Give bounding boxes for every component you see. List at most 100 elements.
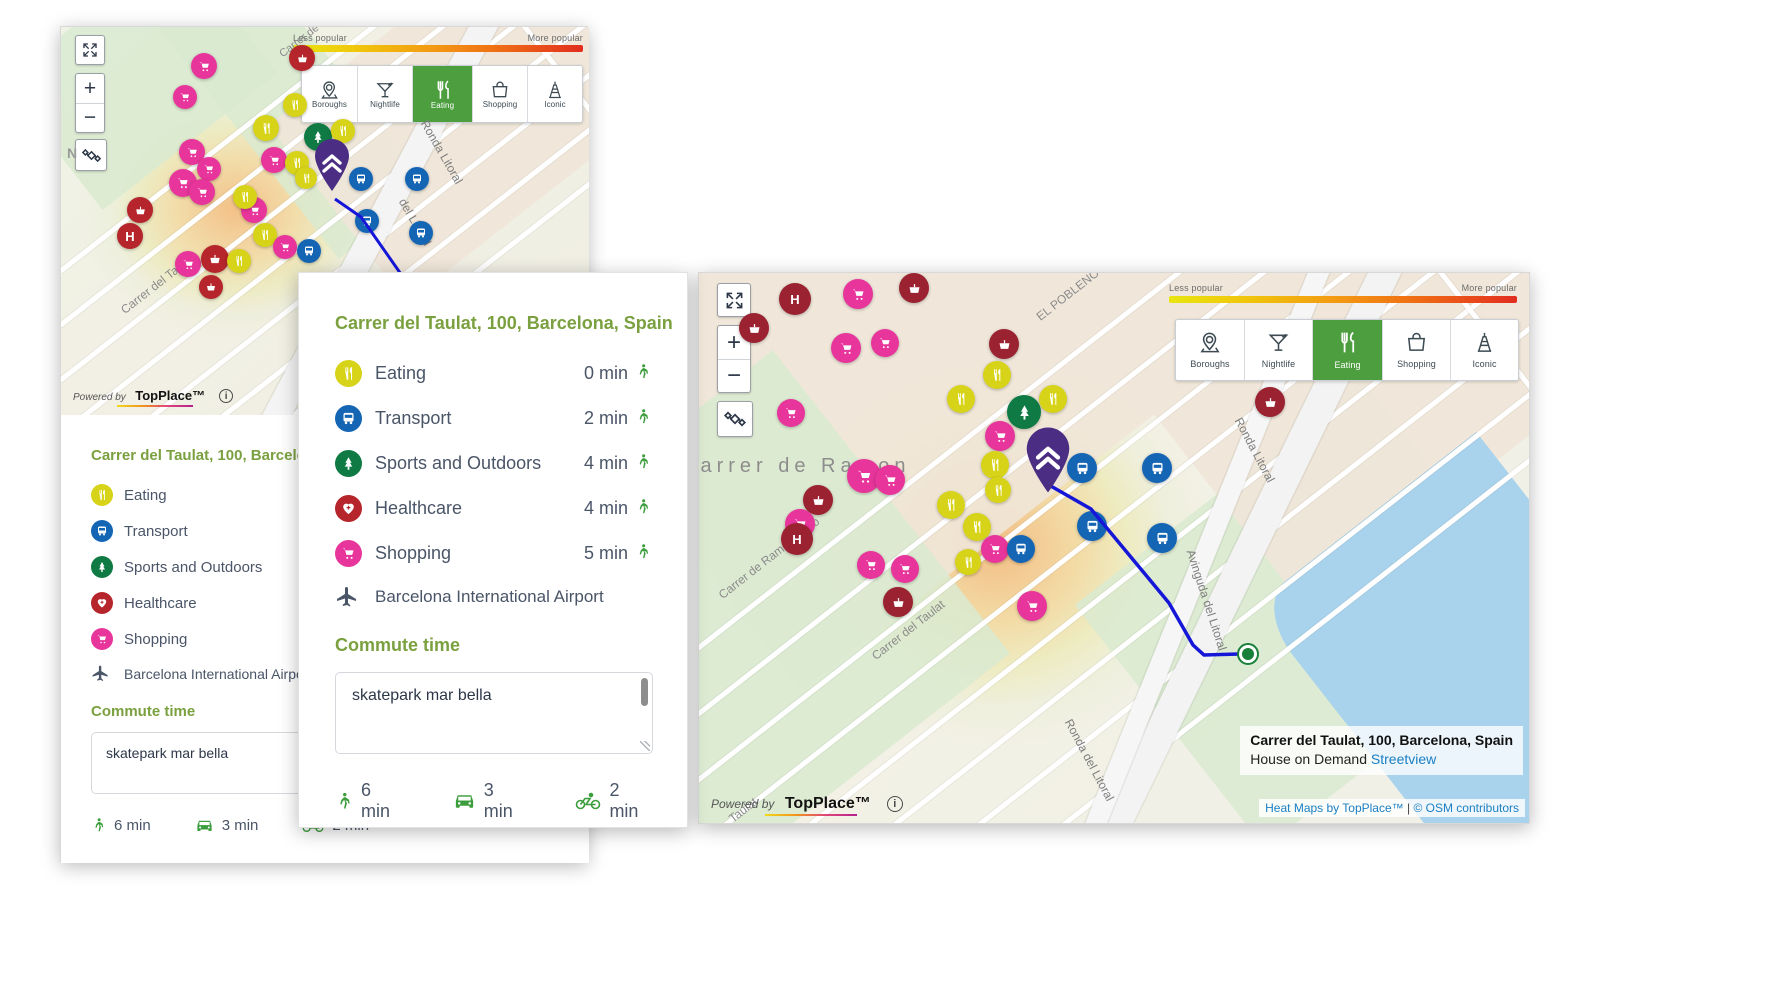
poi-shopping[interactable]	[875, 465, 905, 495]
info-icon[interactable]: i	[887, 796, 903, 812]
left-powered-by: Powered by TopPlace™ i	[73, 387, 233, 405]
zoom-out-button[interactable]: −	[76, 103, 104, 132]
resize-grip-icon[interactable]	[640, 741, 650, 751]
poi-shopping[interactable]	[1017, 591, 1047, 621]
screenshot-root: Less popular More popular Boroughs	[0, 0, 1766, 1004]
airplane-icon	[91, 664, 113, 683]
cocktail-icon	[375, 80, 395, 100]
poi-shopping[interactable]	[891, 555, 919, 583]
right-layers-button[interactable]	[717, 401, 753, 437]
poi-eating[interactable]	[947, 385, 975, 413]
poi-shopping[interactable]	[273, 235, 297, 259]
poi-healthcare[interactable]	[201, 245, 229, 273]
poi-shopping[interactable]	[173, 85, 197, 109]
category-button-boroughs[interactable]: Boroughs	[302, 66, 357, 122]
poi-transport[interactable]	[1142, 453, 1172, 483]
category-button-iconic[interactable]: Iconic	[1450, 320, 1518, 380]
detail-commute-heading: Commute time	[335, 635, 651, 656]
poi-healthcare[interactable]: H	[779, 283, 811, 315]
poi-eating[interactable]	[983, 361, 1011, 389]
left-fullscreen-button[interactable]	[75, 35, 105, 65]
category-button-iconic[interactable]: Iconic	[527, 66, 582, 122]
poi-sports[interactable]	[1007, 395, 1041, 429]
commute-mode-car: 3 min	[195, 817, 259, 834]
right-map-window[interactable]: Less popular More popular Boroughs	[698, 272, 1530, 824]
zoom-out-button[interactable]: −	[718, 359, 750, 392]
walking-icon	[335, 790, 353, 812]
category-button-eating[interactable]: Eating	[1312, 320, 1382, 380]
detail-amenity-label-transport: Transport	[375, 408, 451, 429]
poi-shopping[interactable]	[985, 421, 1015, 451]
detail-amenity-time-shopping: 5 min	[584, 543, 628, 564]
poi-shopping[interactable]	[831, 333, 861, 363]
poi-transport[interactable]	[297, 239, 321, 263]
poi-transport[interactable]	[409, 221, 433, 245]
selected-location-pin[interactable]	[311, 137, 353, 198]
walking-icon	[91, 816, 106, 834]
poi-transport[interactable]	[1077, 511, 1107, 541]
category-button-shopping[interactable]: Shopping	[1382, 320, 1450, 380]
poi-healthcare[interactable]	[739, 313, 769, 343]
category-button-nightlife[interactable]: Nightlife	[1244, 320, 1312, 380]
poi-shopping[interactable]	[857, 551, 885, 579]
poi-eating[interactable]	[283, 93, 307, 117]
poi-eating[interactable]	[233, 185, 257, 209]
right-category-bar[interactable]: Boroughs Nightlife	[1175, 319, 1519, 381]
right-fullscreen-button[interactable]	[717, 283, 751, 317]
poi-shopping[interactable]	[777, 399, 805, 427]
poi-healthcare[interactable]	[127, 197, 153, 223]
poi-transport[interactable]	[355, 209, 379, 233]
poi-eating[interactable]	[1039, 385, 1067, 413]
detail-amenity-time-eating: 0 min	[584, 363, 628, 384]
textarea-scrollbar[interactable]	[641, 678, 648, 706]
eiffel-tower-icon	[1473, 331, 1496, 354]
right-map[interactable]: Less popular More popular Boroughs	[699, 273, 1529, 823]
poi-shopping[interactable]	[191, 53, 217, 79]
zoom-in-button[interactable]: +	[76, 74, 104, 103]
poi-shopping[interactable]	[175, 251, 201, 277]
left-layers-button[interactable]	[75, 139, 107, 171]
poi-eating[interactable]	[937, 491, 965, 519]
destination-marker[interactable]	[1237, 643, 1259, 665]
poi-healthcare[interactable]: H	[117, 223, 143, 249]
poi-transport[interactable]	[1007, 535, 1035, 563]
poi-shopping[interactable]	[981, 535, 1009, 563]
car-icon	[453, 792, 476, 810]
category-button-eating[interactable]: Eating	[412, 66, 472, 122]
attribution-osm-link[interactable]: © OSM contributors	[1413, 801, 1519, 815]
details-address: Carrer del Taulat, 100, Barcelona, Spain	[335, 313, 651, 334]
poi-healthcare[interactable]	[289, 45, 315, 71]
poi-shopping[interactable]	[871, 329, 899, 357]
detail-commute-input[interactable]: skatepark mar bella	[335, 672, 653, 754]
poi-eating[interactable]	[253, 115, 279, 141]
poi-healthcare[interactable]	[1255, 387, 1285, 417]
category-button-shopping[interactable]: Shopping	[472, 66, 527, 122]
poi-eating[interactable]	[985, 477, 1011, 503]
cutlery-icon	[1335, 330, 1360, 355]
poi-healthcare[interactable]	[899, 273, 929, 303]
attribution-heatmaps-link[interactable]: Heat Maps by TopPlace™	[1265, 801, 1404, 815]
poi-shopping[interactable]	[189, 179, 215, 205]
poi-healthcare[interactable]: H	[781, 523, 813, 555]
poi-eating[interactable]	[955, 549, 981, 575]
poi-shopping[interactable]	[261, 147, 287, 173]
poi-shopping[interactable]	[197, 157, 221, 181]
poi-healthcare[interactable]	[199, 275, 223, 299]
poi-eating[interactable]	[981, 451, 1009, 479]
poi-transport[interactable]	[405, 167, 429, 191]
poi-healthcare[interactable]	[989, 329, 1019, 359]
category-button-nightlife[interactable]: Nightlife	[357, 66, 412, 122]
left-category-bar[interactable]: Boroughs Nightlife	[301, 65, 583, 123]
category-button-boroughs[interactable]: Boroughs	[1176, 320, 1244, 380]
category-label-iconic: Iconic	[544, 100, 566, 109]
info-icon[interactable]: i	[219, 389, 233, 403]
detail-amenity-label-shopping: Shopping	[375, 543, 451, 564]
poi-transport[interactable]	[1147, 523, 1177, 553]
poi-eating[interactable]	[227, 249, 251, 273]
streetview-link[interactable]: Streetview	[1371, 751, 1436, 767]
poi-healthcare[interactable]	[883, 587, 913, 617]
left-zoom-controls[interactable]: + −	[75, 73, 105, 133]
poi-shopping[interactable]	[843, 279, 873, 309]
satellite-layers-icon	[723, 407, 747, 431]
selected-location-pin[interactable]	[1021, 425, 1075, 500]
